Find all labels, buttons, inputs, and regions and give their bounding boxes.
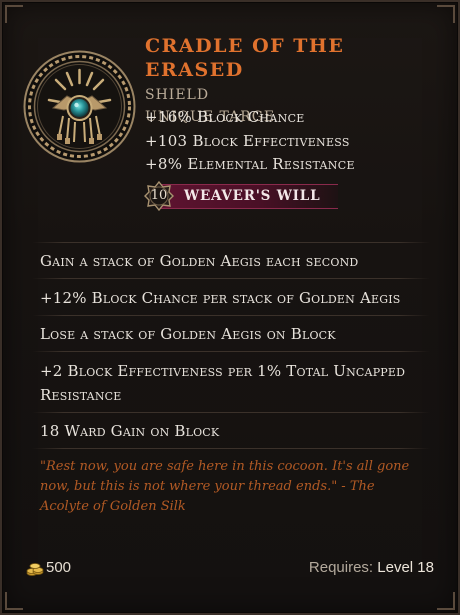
requires-value: Level 18 — [377, 559, 434, 576]
requires-label: Requires: — [308, 559, 378, 576]
implicit-list: +16% Block Chance +103 Block Effectivene… — [145, 106, 445, 177]
divider — [32, 412, 430, 413]
set-level: 10 — [150, 188, 168, 203]
affix-line: 18 Ward Gain on Block — [40, 422, 220, 440]
frame-corner — [5, 5, 23, 23]
gold-value: 500 — [46, 559, 72, 576]
set-bonus-label: Weaver's Will — [184, 188, 321, 204]
woven-sun-targe-icon — [23, 50, 136, 163]
divider — [32, 315, 430, 316]
affix-line: Lose a stack of Golden Aegis on Block — [40, 325, 336, 343]
frame-corner — [437, 5, 455, 23]
weaver-bonus-badge: 10 Weaver's Will — [142, 180, 338, 212]
divider — [32, 448, 430, 449]
implicit-stat: +8% Elemental Resistance — [145, 155, 355, 173]
gold-coins-icon — [26, 563, 44, 576]
divider — [32, 351, 430, 352]
implicit-stat: +16% Block Chance — [145, 108, 305, 126]
frame-corner — [437, 592, 455, 610]
affix-line: +12% Block Chance per stack of Golden Ae… — [40, 289, 401, 307]
item-tooltip: Cradle of the Erased Shield Unique Targe… — [0, 0, 460, 615]
implicit-stat: +103 Block Effectiveness — [145, 131, 350, 150]
level-requirement: Requires: Level 18 — [309, 558, 434, 578]
lore-text: "Rest now, you are safe here in this coc… — [40, 459, 410, 514]
affix-line: Gain a stack of Golden Aegis each second — [40, 252, 359, 270]
item-name: Cradle of the Erased — [145, 35, 345, 81]
frame-corner — [5, 592, 23, 610]
divider — [32, 242, 430, 243]
divider — [32, 278, 430, 279]
item-type: Shield — [145, 87, 210, 103]
affix-line: +2 Block Effectiveness per 1% Total Unca… — [40, 362, 406, 404]
